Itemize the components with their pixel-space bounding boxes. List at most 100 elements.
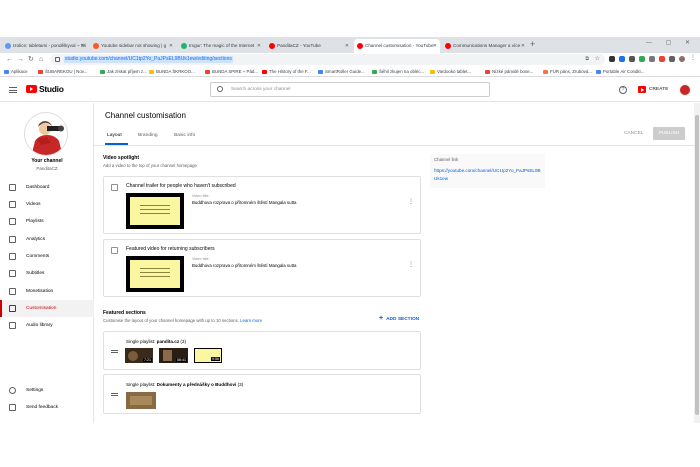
cancel-button[interactable]: CANCEL	[624, 130, 643, 137]
bookmark-item[interactable]: Aplikace	[4, 67, 28, 76]
tab-basic-info[interactable]: Basic info	[174, 132, 195, 139]
bookmark-item[interactable]: The History of the F...	[262, 67, 311, 76]
bookmark-item[interactable]: Šéhil zkujen na obléc...	[372, 67, 424, 76]
featured-video-card[interactable]: Featured video for returning subscribers…	[103, 239, 421, 297]
url-text[interactable]: studio.youtube.com/channel/UC1tp2Yo_PaJP…	[64, 56, 233, 63]
tab-favicon-icon	[357, 43, 363, 49]
sidebar-item-settings[interactable]: Settings	[0, 382, 94, 399]
sidebar-item-playlists[interactable]: Playlists	[0, 213, 94, 230]
youtube-logo-icon[interactable]	[26, 85, 37, 93]
bookmark-item[interactable]: BUNDA ŠKRKOO...	[149, 67, 195, 76]
search-input[interactable]: Search across your channel	[210, 82, 490, 97]
bookmark-item[interactable]: BUNDA SPIRE + Pád...	[205, 67, 258, 76]
thumbnail-image	[130, 396, 152, 405]
back-arrow-icon[interactable]: ←	[6, 55, 13, 64]
reload-icon[interactable]: ↻	[28, 55, 34, 64]
bookmark-item[interactable]: FUR páns, Zrubová...	[543, 67, 592, 76]
bookmark-item[interactable]: SmartRoller Guide...	[318, 67, 365, 76]
create-button[interactable]: CREATE	[638, 84, 668, 95]
divider	[94, 145, 700, 146]
sidebar-item-comments[interactable]: Comments	[0, 248, 94, 265]
window-controls[interactable]: — ▢ ✕	[646, 39, 696, 46]
sidebar-item-send-feedback[interactable]: Send feedback	[0, 399, 94, 416]
close-tab-icon[interactable]: ✕	[345, 39, 349, 53]
close-tab-icon[interactable]: ✕	[169, 39, 173, 53]
bookmark-label: Jak získat přijem z...	[107, 69, 147, 74]
forward-arrow-icon[interactable]: →	[17, 55, 24, 64]
account-avatar[interactable]	[679, 84, 691, 96]
extension-icon[interactable]	[639, 56, 645, 62]
close-tab-icon[interactable]: ✕	[257, 39, 261, 53]
channel-link-url[interactable]: https://youtube.com/channel/UC1tp2Yo_PaJ…	[434, 167, 542, 183]
tab-favicon-icon	[5, 43, 11, 49]
bookmark-item[interactable]: ŠUBAREKOU | Nov...	[38, 67, 87, 76]
browser-tab[interactable]: Youtube sidebar not showing | g ✕	[90, 39, 176, 53]
learn-more-link[interactable]: Learn more	[240, 318, 262, 323]
sidebar-item-monetisation[interactable]: Monetisation	[0, 283, 94, 300]
browser-tab[interactable]: Communications Manager a více ✕	[442, 39, 528, 53]
section-count: (3)	[237, 382, 244, 387]
browser-tab[interactable]: Izolice: tabletami - pondělkyval ~ Wi ✕	[2, 39, 88, 53]
featured-video-thumbnail[interactable]	[126, 256, 184, 292]
featured-section-card[interactable]: Single playlist: Dokumenty a přednášky o…	[103, 374, 421, 414]
bookmark-label: SmartRoller Guide...	[325, 69, 365, 74]
sidebar-item-label: Dashboard	[26, 185, 50, 190]
video-title-label: Video title	[192, 257, 209, 261]
sidebar-item-videos[interactable]: Videos	[0, 196, 94, 213]
new-tab-button[interactable]: +	[530, 39, 535, 49]
bookmark-item[interactable]: Jak získat přijem z...	[100, 67, 147, 76]
more-options-icon[interactable]: ⋮	[408, 261, 414, 268]
extension-icon[interactable]	[629, 56, 635, 62]
sidebar-item-subtitles[interactable]: Subtitles	[0, 265, 94, 282]
trailer-video-thumbnail[interactable]	[126, 193, 184, 229]
menu-dots-icon[interactable]: ⋮	[690, 54, 696, 61]
bookmark-label: BUNDA ŠKRKOO...	[156, 69, 195, 74]
bookmark-favicon-icon	[372, 69, 377, 74]
scrollbar[interactable]	[694, 103, 700, 423]
playlist-video-thumbnail	[126, 392, 156, 409]
cast-icon[interactable]: ⧉	[585, 56, 589, 63]
sidebar-item-label: Subtitles	[26, 271, 45, 276]
sidebar-item-analytics[interactable]: Analytics	[0, 231, 94, 248]
tab-layout[interactable]: Layout	[107, 132, 122, 139]
drag-handle-icon[interactable]	[111, 393, 118, 396]
channel-avatar[interactable]	[24, 112, 68, 156]
close-tab-icon[interactable]: ✕	[433, 39, 437, 53]
bookmark-item[interactable]: Vardooko tablet...	[430, 67, 471, 76]
sidebar-item-customisation[interactable]: Customisation	[0, 300, 94, 317]
trailer-icon	[111, 184, 118, 191]
scrollbar-thumb[interactable]	[695, 115, 699, 415]
sidebar-item-audio-library[interactable]: Audio library	[0, 317, 94, 334]
bookmark-item[interactable]: Portable Air Conditi...	[596, 67, 644, 76]
bookmark-item[interactable]: Nízké pámidé bose...	[485, 67, 533, 76]
more-options-icon[interactable]: ⋮	[408, 198, 414, 205]
help-icon[interactable]: ?	[619, 86, 627, 94]
address-bar[interactable]: studio.youtube.com/channel/UC1tp2Yo_PaJP…	[50, 54, 605, 65]
profile-avatar[interactable]	[679, 56, 685, 62]
browser-tab-active[interactable]: Channel customisation - YouTube ✕	[354, 39, 440, 53]
puzzle-icon[interactable]	[669, 56, 675, 62]
section-type: Single playlist:	[126, 339, 156, 344]
publish-button[interactable]: PUBLISH	[653, 127, 685, 140]
sidebar-item-dashboard[interactable]: Dashboard	[0, 179, 94, 196]
apps-icon	[4, 69, 9, 74]
extension-icon[interactable]	[609, 56, 615, 62]
close-tab-icon[interactable]: ✕	[521, 39, 525, 53]
hamburger-menu-icon[interactable]	[9, 87, 17, 93]
extension-icon[interactable]	[619, 56, 625, 62]
channel-trailer-card[interactable]: Channel trailer for people who haven't s…	[103, 176, 421, 234]
section-title: Single playlist: Dokumenty a přednášky o…	[126, 381, 243, 388]
bookmark-star-icon[interactable]: ☆	[595, 55, 600, 63]
tab-branding[interactable]: Branding	[138, 132, 158, 139]
close-tab-icon[interactable]: ✕	[81, 39, 85, 53]
sidebar-item-label: Audio library	[26, 323, 53, 328]
browser-tab[interactable]: Imgur: The magic of the Internet ✕	[178, 39, 264, 53]
home-icon[interactable]: ⌂	[39, 55, 43, 64]
tab-label: Imgur: The magic of the Internet	[189, 43, 255, 48]
extension-icon[interactable]	[659, 56, 665, 62]
browser-tab[interactable]: PanditaCZ - YouTube ✕	[266, 39, 352, 53]
studio-logo-text[interactable]: Studio	[39, 84, 64, 94]
extension-icon[interactable]	[649, 56, 655, 62]
add-section-button[interactable]: + ADD SECTION	[379, 315, 419, 323]
drag-handle-icon[interactable]	[111, 350, 118, 353]
